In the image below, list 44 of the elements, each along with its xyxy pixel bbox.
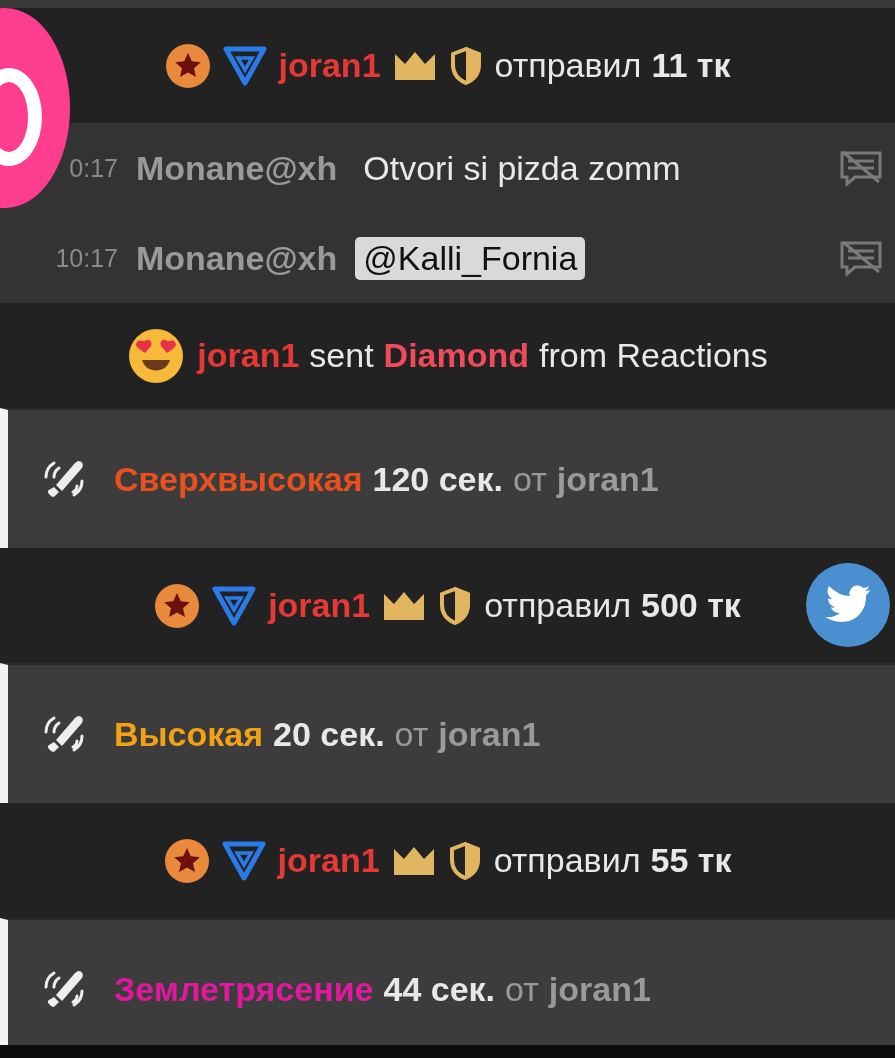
hidden-message-icon[interactable]: [839, 238, 883, 278]
username: joran1: [277, 841, 380, 880]
vibration-duration: 120 сек.: [372, 459, 503, 499]
intensity-label: Сверхвысокая: [114, 459, 363, 499]
heart-eyes-emoji-icon: [127, 326, 186, 385]
triangle-icon: [222, 45, 267, 86]
tip-amount: 500 тк: [641, 586, 741, 625]
from-label: от: [505, 969, 539, 1009]
message-text: Otvori si pizda zomm: [362, 147, 682, 189]
tip-amount: 11 тк: [651, 46, 731, 85]
from-label: от: [394, 714, 429, 754]
username: Monane@xh: [136, 238, 338, 278]
shield-icon: [447, 840, 482, 881]
vibration-duration: 20 сек.: [273, 714, 385, 754]
username: joran1: [197, 336, 300, 375]
shield-icon: [448, 45, 483, 86]
username: joran1: [438, 714, 541, 754]
username: joran1: [548, 969, 651, 1009]
intensity-label: Землетрясение: [114, 969, 374, 1009]
star-badge-icon: [163, 837, 210, 884]
message-time: 0:17: [68, 153, 118, 183]
triangle-icon: [212, 585, 257, 626]
bird-icon: [824, 585, 872, 625]
triangle-icon: [221, 840, 266, 881]
mention-tag: @Kalli_Fornia: [355, 236, 586, 280]
tip-amount: 55 тк: [650, 841, 732, 880]
message-time: 10:17: [54, 243, 118, 273]
username: joran1: [556, 459, 659, 499]
username: joran1: [278, 46, 381, 85]
from-label: от: [513, 459, 547, 499]
star-badge-icon: [154, 582, 201, 629]
username: Monane@xh: [136, 148, 338, 188]
star-badge-icon: [164, 42, 211, 89]
reaction-verb: sent: [309, 336, 374, 375]
vibration-duration: 44 сек.: [383, 969, 496, 1009]
hidden-message-icon[interactable]: [839, 148, 883, 188]
username: joran1: [268, 586, 371, 625]
reaction-source: from Reactions: [539, 336, 768, 375]
intensity-label: Высокая: [114, 714, 264, 754]
gift-name: Diamond: [383, 336, 530, 375]
tip-verb: отправил: [484, 586, 632, 625]
shield-icon: [438, 585, 473, 626]
tip-verb: отправил: [493, 841, 641, 880]
tip-verb: отправил: [494, 46, 642, 85]
